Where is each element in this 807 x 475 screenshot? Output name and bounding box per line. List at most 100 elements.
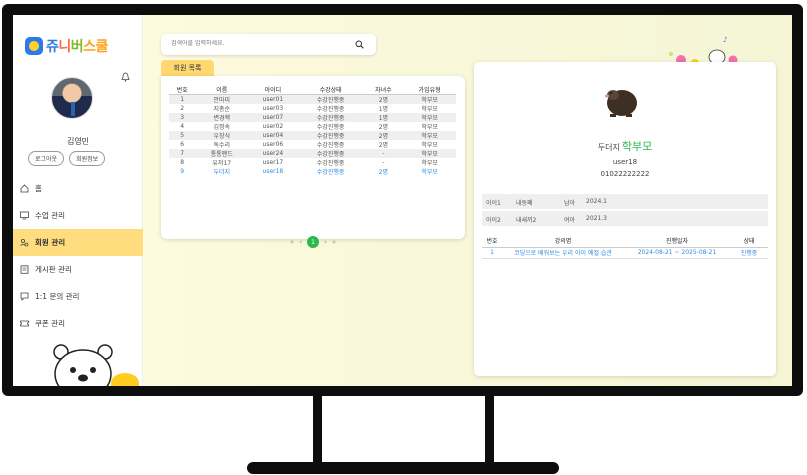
sidebar-item-home[interactable]: 홈 bbox=[13, 175, 143, 202]
first-page-button[interactable]: « bbox=[290, 238, 294, 246]
child-gender: 남아 bbox=[564, 200, 576, 207]
page-number-button[interactable]: 1 bbox=[307, 236, 319, 248]
table-cell: 학부모 bbox=[403, 94, 456, 104]
sidebar-item-label: 홈 bbox=[35, 184, 42, 193]
mole-profile-icon bbox=[605, 90, 637, 117]
svg-text:♪: ♪ bbox=[723, 36, 727, 44]
member-name-text: 두더지 bbox=[597, 143, 620, 152]
table-row[interactable]: 4 김정속 user02 수강진행중 2명 학부모 bbox=[169, 122, 456, 131]
table-cell: 8 bbox=[180, 159, 185, 166]
table-row[interactable]: 3 변경핵 user07 수강진행중 1명 학부모 bbox=[169, 113, 456, 122]
table-cell: 학부모 bbox=[421, 142, 438, 149]
child-gender: 여아 bbox=[564, 217, 576, 224]
sidebar-item-board[interactable]: 게시판 관리 bbox=[13, 256, 143, 283]
sidebar-item-label: 게시판 관리 bbox=[35, 265, 72, 274]
next-page-button[interactable]: › bbox=[324, 238, 327, 246]
table-cell: 수강진행중 bbox=[297, 113, 364, 122]
table-cell: user01 bbox=[248, 94, 298, 104]
table-cell: user24 bbox=[248, 149, 298, 158]
course-table: 번호 강의명 진행일자 상태 1 코딩으로 배워보는 우리 아이 예절 습관 2… bbox=[482, 235, 768, 259]
child-name: 내새끼2 bbox=[516, 217, 537, 224]
course-period: 2024-08-21 ~ 2025-08-21 bbox=[624, 247, 730, 259]
table-cell: 우창식 bbox=[195, 131, 249, 140]
column-header: 상태 bbox=[730, 235, 768, 248]
table-row[interactable]: 1 안마미 user01 수강진행중 2명 학부모 bbox=[169, 94, 456, 104]
logo-part: 쥬 bbox=[46, 39, 59, 55]
member-phone: 01022222222 bbox=[600, 170, 650, 178]
search-input[interactable] bbox=[171, 40, 341, 47]
sidebar-item-coupons[interactable]: 쿠폰 관리 bbox=[13, 310, 143, 337]
column-header: 번호 bbox=[169, 85, 196, 95]
member-table: 번호 이름 아이디 수강상태 자녀수 가입유형 1 안마미 user01 수강진행중 2… bbox=[169, 85, 456, 176]
table-cell: 7 bbox=[169, 149, 196, 158]
logout-button[interactable]: 로그아웃 bbox=[28, 151, 65, 166]
table-cell: user03 bbox=[262, 105, 284, 112]
sidebar-item-members[interactable]: 회원 관리 bbox=[13, 229, 143, 256]
child-name: 내동폐 bbox=[516, 200, 533, 207]
member-id: user18 bbox=[612, 158, 638, 166]
course-title[interactable]: 코딩으로 배워보는 우리 아이 예절 습관 bbox=[502, 247, 624, 259]
home-icon bbox=[20, 184, 29, 193]
table-cell: 6 bbox=[180, 141, 185, 148]
search-icon[interactable] bbox=[355, 40, 364, 49]
table-cell: 학부모 bbox=[403, 149, 456, 158]
bear-mascot-icon bbox=[53, 344, 113, 386]
bell-icon[interactable] bbox=[121, 72, 130, 82]
table-row[interactable]: 9 두더지 user18 수강진행중 2명 학부모 bbox=[169, 167, 456, 176]
table-cell: - bbox=[363, 149, 404, 158]
profile-button[interactable]: 회원정보 bbox=[69, 151, 106, 166]
table-cell: 2명 bbox=[363, 94, 404, 104]
table-cell: 1 bbox=[169, 94, 196, 104]
table-cell: 수강진행중 bbox=[316, 160, 345, 167]
child-label: 아이2 bbox=[486, 217, 501, 224]
table-cell: 학부모 bbox=[421, 106, 438, 113]
table-cell: 수강진행중 bbox=[297, 167, 364, 176]
sidebar-item-label: 수업 관리 bbox=[35, 211, 65, 220]
table-cell: 2명 bbox=[378, 124, 389, 131]
brand-logo[interactable]: 쥬니버스쿨 bbox=[25, 36, 108, 56]
table-cell: 9 bbox=[169, 167, 196, 176]
sidebar-item-label: 1:1 문의 관리 bbox=[35, 292, 80, 301]
monitor-stand-leg bbox=[485, 396, 494, 464]
tab-member-list[interactable]: 회원 목록 bbox=[161, 60, 214, 76]
table-cell: 두더지 bbox=[195, 167, 249, 176]
column-header: 이름 bbox=[195, 85, 249, 95]
monitor-icon bbox=[20, 211, 29, 220]
user-name: 김영민 bbox=[66, 137, 90, 146]
monitor-stand-leg bbox=[313, 396, 322, 464]
table-cell: 안마미 bbox=[195, 94, 249, 104]
sidebar-item-inquiry[interactable]: 1:1 문의 관리 bbox=[13, 283, 143, 310]
table-cell: 수강진행중 bbox=[316, 142, 345, 149]
table-row[interactable]: 8 유저17 user17 수강진행중 - 학부모 bbox=[169, 158, 456, 167]
logo-part: 스쿨 bbox=[83, 39, 108, 55]
account-buttons: 로그아웃 회원정보 bbox=[28, 151, 106, 166]
table-cell: 2명 bbox=[378, 142, 389, 149]
sidebar-item-classes[interactable]: 수업 관리 bbox=[13, 202, 143, 229]
table-row[interactable]: 1 코딩으로 배워보는 우리 아이 예절 습관 2024-08-21 ~ 202… bbox=[482, 247, 768, 259]
table-cell: 학부모 bbox=[403, 167, 456, 176]
course-status: 진행중 bbox=[730, 247, 768, 259]
column-header: 아이디 bbox=[248, 85, 298, 95]
table-cell: 독수리 bbox=[213, 142, 231, 149]
logo-part: 니 bbox=[58, 39, 71, 55]
last-page-button[interactable]: » bbox=[332, 238, 336, 246]
table-row[interactable]: 5 우창식 user04 수강진행중 2명 학부모 bbox=[169, 131, 456, 140]
prev-page-button[interactable]: ‹ bbox=[299, 238, 302, 246]
table-row[interactable]: 2 지총순 user03 수강진행중 1명 학부모 bbox=[169, 104, 456, 113]
table-cell: 통통펜드 bbox=[195, 149, 249, 158]
table-cell: user06 bbox=[262, 141, 284, 148]
table-row[interactable]: 7 통통펜드 user24 수강진행중 - 학부모 bbox=[169, 149, 456, 158]
child-row: 아이2 내새끼2 여아 2021.3 bbox=[482, 211, 768, 226]
table-row[interactable]: 6 독수리 user06 수강진행중 2명 학부모 bbox=[169, 140, 456, 149]
member-table-body: 1 안마미 user01 수강진행중 2명 학부모 2 지총순 user03 수강진행중 1명 학부모… bbox=[169, 94, 456, 176]
logo-part: 버 bbox=[70, 39, 84, 55]
table-cell: 수강진행중 bbox=[316, 106, 345, 113]
table-cell: 수강진행중 bbox=[297, 149, 364, 158]
avatar bbox=[51, 77, 93, 119]
column-header: 강의명 bbox=[502, 235, 624, 248]
table-cell: user07 bbox=[248, 113, 298, 122]
app-screen: 쥬니버스쿨 김영민 로그아웃 회원정보 홈 수업 관리 회원 관리 게시판 관리… bbox=[13, 15, 792, 386]
table-cell: 학부모 bbox=[403, 113, 456, 122]
member-list-panel: 번호 이름 아이디 수강상태 자녀수 가입유형 1 안마미 user01 수강진행중 2… bbox=[161, 76, 465, 248]
table-cell: 3 bbox=[169, 113, 196, 122]
